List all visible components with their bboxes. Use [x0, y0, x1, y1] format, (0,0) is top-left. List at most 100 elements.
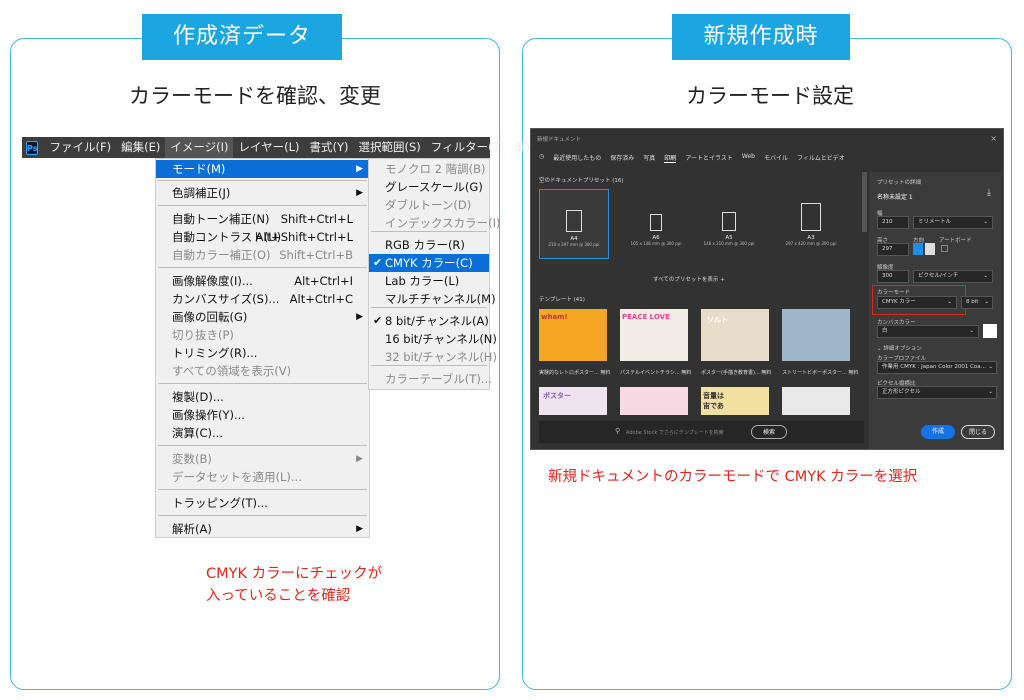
dialog-tab[interactable]: 最近使用したもの	[553, 153, 601, 163]
mode-menu-item[interactable]: ダブルトーン(D)	[369, 196, 489, 214]
bit-depth-select[interactable]: 8 bit ⌄	[961, 296, 993, 309]
templates-label: テンプレート (41)	[539, 297, 585, 303]
resolution-unit-select[interactable]: ピクセル/インチ ⌄	[913, 270, 993, 283]
image-menu-item[interactable]: 色調補正(J) ▶	[156, 184, 369, 202]
image-menu-item[interactable]: トリミング(R)...	[156, 344, 369, 362]
dialog-tab[interactable]: 印刷	[664, 153, 677, 163]
menubar-item[interactable]: 書式(Y)	[305, 137, 354, 158]
color-mode-select[interactable]: CMYK カラー ⌄	[877, 296, 957, 309]
dialog-tab[interactable]: アートとイラスト	[685, 153, 733, 163]
template-text: PEACE LOVE	[622, 313, 670, 321]
document-name[interactable]: 名称未設定 1	[877, 192, 913, 201]
height-input[interactable]: 297	[877, 243, 909, 256]
create-button[interactable]: 作成	[921, 425, 955, 439]
menubar-item[interactable]: イメージ(I)	[165, 137, 234, 158]
search-icon: ⚲	[615, 427, 621, 435]
image-menu-item[interactable]: 切り抜き(P)	[156, 326, 369, 344]
image-menu-item[interactable]: すべての領域を表示(V)	[156, 362, 369, 380]
show-all-presets-link[interactable]: すべてのプリセットを表示 +	[653, 275, 725, 283]
preset-card[interactable]: A4 210 x 297 mm @ 300 ppi	[539, 189, 609, 259]
right-badge: 新規作成時	[672, 14, 850, 60]
image-menu-item[interactable]: 自動カラー補正(O) Shift+Ctrl+B	[156, 246, 369, 264]
submenu-arrow-icon: ▶	[356, 188, 363, 198]
artboard-checkbox[interactable]	[941, 245, 948, 252]
template-caption: ポスター(手描き教育書)... 無料	[701, 370, 772, 376]
image-menu-item[interactable]: 画像の回転(G) ▶	[156, 308, 369, 326]
image-menu-item[interactable]: データセットを適用(L)...	[156, 468, 369, 486]
dialog-tabs: ◷ 最近使用したもの 保存済み 写真 印刷 アートとイラスト Web モバイル フィルムとビデオ	[539, 153, 845, 163]
submenu-arrow-icon: ▶	[356, 312, 363, 322]
dialog-tab[interactable]: Web	[742, 153, 755, 163]
mode-menu-item[interactable]: カラーテーブル(T)...	[369, 370, 492, 388]
image-menu-item[interactable]: 自動コントラスト(U) Alt+Shift+Ctrl+L	[156, 228, 369, 246]
document-icon	[650, 214, 662, 231]
dialog-tab[interactable]: 写真	[643, 153, 655, 163]
menubar-item[interactable]: 編集(E)	[116, 137, 165, 158]
template-thumbnail[interactable]	[782, 309, 850, 361]
menubar-item[interactable]: 選択範囲(S)	[354, 137, 426, 158]
background-select[interactable]: 白 ⌄	[877, 325, 979, 338]
preset-card[interactable]: A5 148 x 210 mm @ 300 ppi	[694, 189, 764, 259]
document-icon	[722, 212, 736, 231]
width-input[interactable]: 210	[877, 216, 909, 229]
mode-menu-item[interactable]: 32 bit/チャンネル(H)	[369, 348, 497, 366]
landscape-icon[interactable]	[925, 243, 935, 255]
dialog-close-icon[interactable]: ×	[990, 134, 997, 143]
image-menu-item[interactable]: 画像解像度(I)... Alt+Ctrl+I	[156, 272, 369, 290]
submenu-arrow-icon: ▶	[356, 164, 363, 174]
portrait-icon[interactable]	[913, 243, 923, 255]
image-menu-item[interactable]: 演算(C)...	[156, 424, 369, 442]
mode-menu-item[interactable]: Lab カラー(L)	[369, 272, 489, 290]
photoshop-logo-icon: Ps	[26, 140, 39, 155]
template-text: ソルト	[707, 316, 728, 324]
blank-presets-label: 空のドキュメントプリセット (16)	[539, 178, 624, 184]
mode-menu-item[interactable]: ✔ CMYK カラー(C)	[369, 254, 489, 272]
image-menu-item[interactable]: トラッピング(T)...	[156, 494, 369, 512]
close-button[interactable]: 閉じる	[961, 425, 995, 439]
image-menu-item[interactable]: 変数(B) ▶	[156, 450, 369, 468]
pixel-aspect-select[interactable]: 正方形ピクセル ⌄	[877, 386, 997, 399]
image-menu-item[interactable]: 解析(A) ▶	[156, 520, 369, 538]
template-thumbnail[interactable]	[782, 387, 850, 415]
advanced-options-toggle[interactable]: ⌄ 詳細オプション	[877, 344, 922, 352]
resolution-input[interactable]: 300	[877, 270, 909, 283]
image-menu-item[interactable]: 画像操作(Y)...	[156, 406, 369, 424]
preset-card[interactable]: A3 297 x 420 mm @ 300 ppi	[776, 189, 846, 259]
search-button[interactable]: 検索	[751, 425, 787, 439]
dialog-tab[interactable]: フィルムとビデオ	[797, 153, 845, 163]
mode-menu-item[interactable]: マルチチャンネル(M)	[369, 290, 496, 308]
scrollbar[interactable]	[862, 172, 867, 232]
image-menu-item[interactable]: 自動トーン補正(N) Shift+Ctrl+L	[156, 210, 369, 228]
background-swatch[interactable]	[983, 324, 997, 338]
menubar-item[interactable]: レイヤー(L)	[233, 137, 304, 158]
menubar-item[interactable]: ファイル(F)	[44, 137, 116, 158]
mode-menu-item[interactable]: インデックスカラー(I)	[369, 214, 501, 232]
dialog-tab[interactable]: モバイル	[764, 153, 788, 163]
save-preset-icon[interactable]: ⤓	[987, 188, 991, 198]
clock-icon: ◷	[539, 153, 545, 160]
mode-menu-item[interactable]: モノクロ 2 階調(B)	[369, 160, 489, 178]
template-text: 音量は	[703, 392, 724, 400]
color-profile-select[interactable]: 作業用 CMYK : Japan Color 2001 Coa... ⌄	[877, 361, 997, 374]
image-menu-item[interactable]: 複製(D)...	[156, 388, 369, 406]
preset-card[interactable]: A6 105 x 148 mm @ 300 ppi	[621, 189, 691, 259]
preset-details-pane: プリセットの詳細 名称未設定 1 ⤓ 幅 210 ミリメートル ⌄ 高さ 方向 ア…	[869, 172, 1001, 449]
template-caption: 実験的なレトロポスター... 無料	[539, 370, 611, 376]
unit-select[interactable]: ミリメートル ⌄	[913, 216, 993, 229]
mode-menu-item[interactable]: グレースケール(G)	[369, 178, 489, 196]
mode-menu-item[interactable]: RGB カラー(R)	[369, 236, 489, 254]
stock-search-input[interactable]: Adobe Stock でさらにテンプレートを検索	[626, 429, 724, 436]
image-menu: モード(M) ▶ 色調補正(J) ▶ 自動トーン補正(N) Shift+Ctrl+L 自動コ…	[155, 158, 370, 538]
left-note: CMYK カラーにチェックが 入っていることを確認	[206, 566, 383, 604]
menubar-item[interactable]: フィルター(T)	[426, 137, 509, 158]
template-text: 宙であ	[703, 402, 724, 410]
dialog-tab[interactable]: 保存済み	[610, 153, 634, 163]
mode-menu-item[interactable]: ✔ 8 bit/チャンネル(A)	[369, 312, 489, 330]
image-menu-item[interactable]: カンバスサイズ(S)... Alt+Ctrl+C	[156, 290, 369, 308]
dialog-title: 新規ドキュメント	[537, 137, 582, 143]
mode-menu-item[interactable]: 16 bit/チャンネル(N)	[369, 330, 497, 348]
image-menu-item[interactable]: モード(M) ▶	[156, 160, 369, 178]
new-document-dialog: 新規ドキュメント × ◷ 最近使用したもの 保存済み 写真 印刷 アートとイラスト Web モ…	[530, 128, 1004, 450]
template-thumbnail[interactable]	[620, 387, 688, 415]
template-text: wham!	[541, 313, 568, 321]
